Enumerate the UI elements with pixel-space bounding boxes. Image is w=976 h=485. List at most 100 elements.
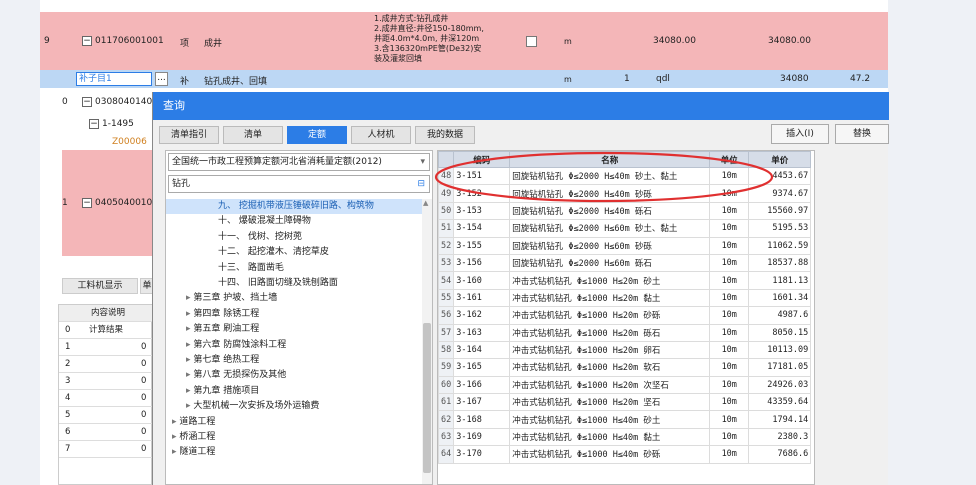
collapse-icon[interactable]: − [89,119,99,129]
tree-node-label: 十、 爆破混凝土障碍物 [218,216,311,227]
quota-price: 5195.53 [748,219,812,238]
tab-rencaiji[interactable]: 人材机 [351,126,411,144]
table-row[interactable]: 57 3-163 冲击式钻机钻孔 Φ≤1000 H≤20m 砾石 10m 8050.15 [438,323,812,342]
table-row[interactable]: 51 3-154 回旋钻机钻孔 Φ≤2000 H≤60m 砂土、黏土 10m 5195.… [438,219,812,238]
tree-node[interactable]: ▸ 第七章 绝热工程 [166,353,422,368]
row1-code: 011706001001 [95,36,164,46]
tree-node[interactable]: ▸ 第八章 无损探伤及其他 [166,368,422,383]
quota-unit: 10m [709,358,750,377]
clear-search-icon[interactable]: ⊟ [417,176,425,192]
quota-unit: 10m [709,236,750,255]
col-header-content: 内容说明 [91,308,126,318]
table-row[interactable]: 63 3-169 冲击式钻机钻孔 Φ≤1000 H≤40m 黏土 10m 2380.3 [438,427,812,447]
tab-dinge[interactable]: 定额 [287,126,347,144]
quota-name: 回旋钻机钻孔 Φ≤2000 H≤60m 砂砾 [509,236,711,255]
row-index: 55 [438,288,455,308]
row1-checkbox[interactable] [526,36,537,47]
insert-button[interactable]: 插入(I) [771,124,829,144]
quota-code: 3-160 [453,271,511,290]
row-index: 56 [438,306,455,325]
scrollbar-thumb[interactable] [423,323,431,473]
quota-name: 冲击式钻机钻孔 Φ≤1000 H≤20m 黏土 [509,288,711,308]
tree-node[interactable]: ▸ 桥涵工程 [166,430,422,445]
table-row[interactable]: 62 3-168 冲击式钻机钻孔 Φ≤1000 H≤40m 砂土 10m 1794.14 [438,410,812,429]
quota-code: 3-155 [453,236,511,255]
quota-price: 7686.6 [748,445,812,464]
content-table: 内容说明 0 计算结果 10 20 30 40 50 60 70 [58,304,153,485]
table-row[interactable]: 10 [59,339,153,356]
quota-name: 回旋钻机钻孔 Φ≤2000 H≤60m 砂土、黏土 [509,219,711,238]
sub-item-input[interactable]: 补子目1 [76,72,152,86]
table-row[interactable]: 52 3-155 回旋钻机钻孔 Φ≤2000 H≤60m 砂砾 10m 11062.59 [438,236,812,255]
ellipsis-button[interactable]: ... [155,72,168,86]
row2-type: 补 [180,77,190,87]
tab-gongliaoji[interactable]: 工料机显示 [62,278,138,294]
quota-code: 3-169 [453,427,511,447]
table-row[interactable]: 20 [59,356,153,373]
quota-name: 冲击式钻机钻孔 Φ≤1000 H≤20m 砂砾 [509,306,711,325]
tab-qingdan-zhiyin[interactable]: 清单指引 [159,126,219,144]
tree-node[interactable]: 十三、 路面凿毛 [166,261,422,276]
table-row[interactable]: 56 3-162 冲击式钻机钻孔 Φ≤1000 H≤20m 砂砾 10m 4987.6 [438,306,812,325]
tree-node[interactable]: ▸ 第三章 护坡、挡土墙 [166,291,422,306]
quota-code: 3-167 [453,393,511,412]
tree-node[interactable]: 十一、 伐树、挖树蔸 [166,230,422,245]
table-row[interactable]: 53 3-156 回旋钻机钻孔 Φ≤2000 H≤60m 砾石 10m 18537.88 [438,253,812,273]
quota-price: 1794.14 [748,410,812,429]
table-row[interactable]: 55 3-161 冲击式钻机钻孔 Φ≤1000 H≤20m 黏土 10m 1601.34 [438,288,812,308]
table-row[interactable]: 40 [59,390,153,407]
table-row[interactable]: 61 3-167 冲击式钻机钻孔 Φ≤1000 H≤20m 坚石 10m 43359.6… [438,393,812,412]
table-row[interactable]: 70 [59,441,153,458]
replace-button[interactable]: 替换 [835,124,889,144]
tree-node[interactable]: ▸ 第四章 除锈工程 [166,307,422,322]
tree-node[interactable]: 十二、 起挖灌木、清挖草皮 [166,245,422,260]
table-header: 内容说明 [59,305,153,322]
table-row[interactable]: 50 [59,407,153,424]
table-row[interactable]: 58 3-164 冲击式钻机钻孔 Φ≤1000 H≤20m 卵石 10m 10113.0… [438,340,812,360]
quota-code: 3-170 [453,445,511,464]
quota-code: 3-156 [453,253,511,273]
row-index: 60 [438,375,455,395]
table-row[interactable]: 60 [59,424,153,441]
tree-node[interactable]: 九、 挖掘机带液压锤破碎旧路、构筑物 [166,199,422,214]
table-row[interactable]: 0 计算结果 [59,322,153,339]
tab-qingdan[interactable]: 清单 [223,126,283,144]
tree-node[interactable]: 十四、 旧路面切缝及铣刨路面 [166,276,422,291]
collapse-icon[interactable]: − [82,97,92,107]
search-input[interactable]: 钻孔 ⊟ [168,175,430,193]
tree-node[interactable]: ▸ 隧道工程 [166,445,422,460]
tree-node-label: 第七章 绝热工程 [193,355,260,365]
quota-library-value: 全国统一市政工程预算定额河北省消耗量定额(2012) [172,157,382,167]
scrollbar-up-icon[interactable]: ▲ [423,199,428,207]
row6-num: 1 [62,198,68,208]
quota-price: 8050.15 [748,323,812,342]
collapse-icon[interactable]: − [82,36,92,46]
quota-unit: 10m [709,253,750,273]
tree-node[interactable]: ▸ 第九章 措施项目 [166,384,422,399]
tree-node[interactable]: ▸ 第六章 防腐蚀涂料工程 [166,338,422,353]
tab-my-data[interactable]: 我的数据 [415,126,475,144]
table-row[interactable]: 64 3-170 冲击式钻机钻孔 Φ≤1000 H≤40m 砂砾 10m 7686.6 [438,445,812,464]
tree-node[interactable]: 十、 爆破混凝土障碍物 [166,214,422,229]
quota-price: 1601.34 [748,288,812,308]
row-num: 5 [65,410,71,420]
collapse-icon[interactable]: − [82,198,92,208]
table-row[interactable]: 59 3-165 冲击式钻机钻孔 Φ≤1000 H≤20m 软石 10m 17181.0… [438,358,812,377]
quota-price: 18537.88 [748,253,812,273]
chevron-down-icon: ▾ [420,157,425,167]
table-row[interactable]: 54 3-160 冲击式钻机钻孔 Φ≤1000 H≤20m 砂土 10m 1181.13 [438,271,812,290]
quota-unit: 10m [709,393,750,412]
quota-library-select[interactable]: 全国统一市政工程预算定额河北省消耗量定额(2012) ▾ [168,153,430,171]
tree-node-label: 第三章 护坡、挡土墙 [193,293,278,304]
table-row[interactable]: 30 [59,373,153,390]
quota-code: 3-168 [453,410,511,429]
tree-node[interactable]: ▸ 第五章 刷油工程 [166,322,422,337]
row1-type: 项 [180,39,190,49]
row-index: 59 [438,358,455,377]
quota-name: 冲击式钻机钻孔 Φ≤1000 H≤20m 砾石 [509,323,711,342]
table-row[interactable]: 60 3-166 冲击式钻机钻孔 Φ≤1000 H≤20m 次坚石 10m 24926.… [438,375,812,395]
tree-node[interactable]: ▸ 道路工程 [166,415,422,430]
tree-node[interactable]: ▸ 大型机械一次安拆及场外运输费 [166,399,422,414]
quota-name: 冲击式钻机钻孔 Φ≤1000 H≤20m 砂土 [509,271,711,290]
tree-scrollbar[interactable]: ▲ [422,199,432,484]
